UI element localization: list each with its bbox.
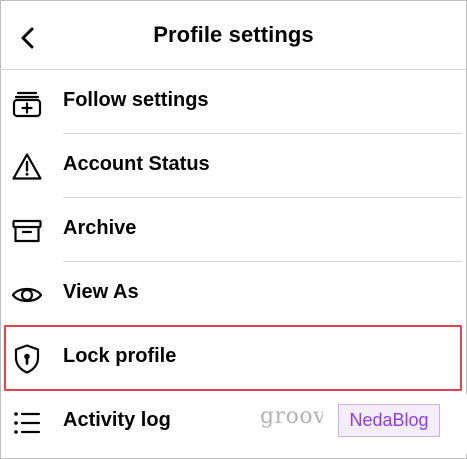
menu-item-label: Archive <box>63 217 137 239</box>
menu-item-label: Account Status <box>63 153 210 175</box>
menu-item-archive[interactable]: Archive <box>0 198 467 262</box>
menu-item-account-status[interactable]: Account Status <box>0 134 467 198</box>
menu-item-view-as[interactable]: View As <box>0 262 467 326</box>
archive-box-icon <box>12 219 42 243</box>
watermark-groovy: groov <box>260 404 327 429</box>
menu-item-label: View As <box>63 281 139 303</box>
add-stack-icon <box>12 91 42 118</box>
list-icon <box>14 412 41 434</box>
menu-item-follow-settings[interactable]: Follow settings <box>0 70 467 134</box>
watermark-nedablog: NedaBlog <box>338 404 440 437</box>
warning-triangle-icon <box>12 153 42 180</box>
menu-item-label: Follow settings <box>63 89 209 111</box>
menu-item-label: Activity log <box>63 409 171 431</box>
highlight-box <box>4 325 462 391</box>
header: Profile settings <box>0 0 467 70</box>
eye-icon <box>11 287 43 303</box>
page-title: Profile settings <box>153 22 314 47</box>
